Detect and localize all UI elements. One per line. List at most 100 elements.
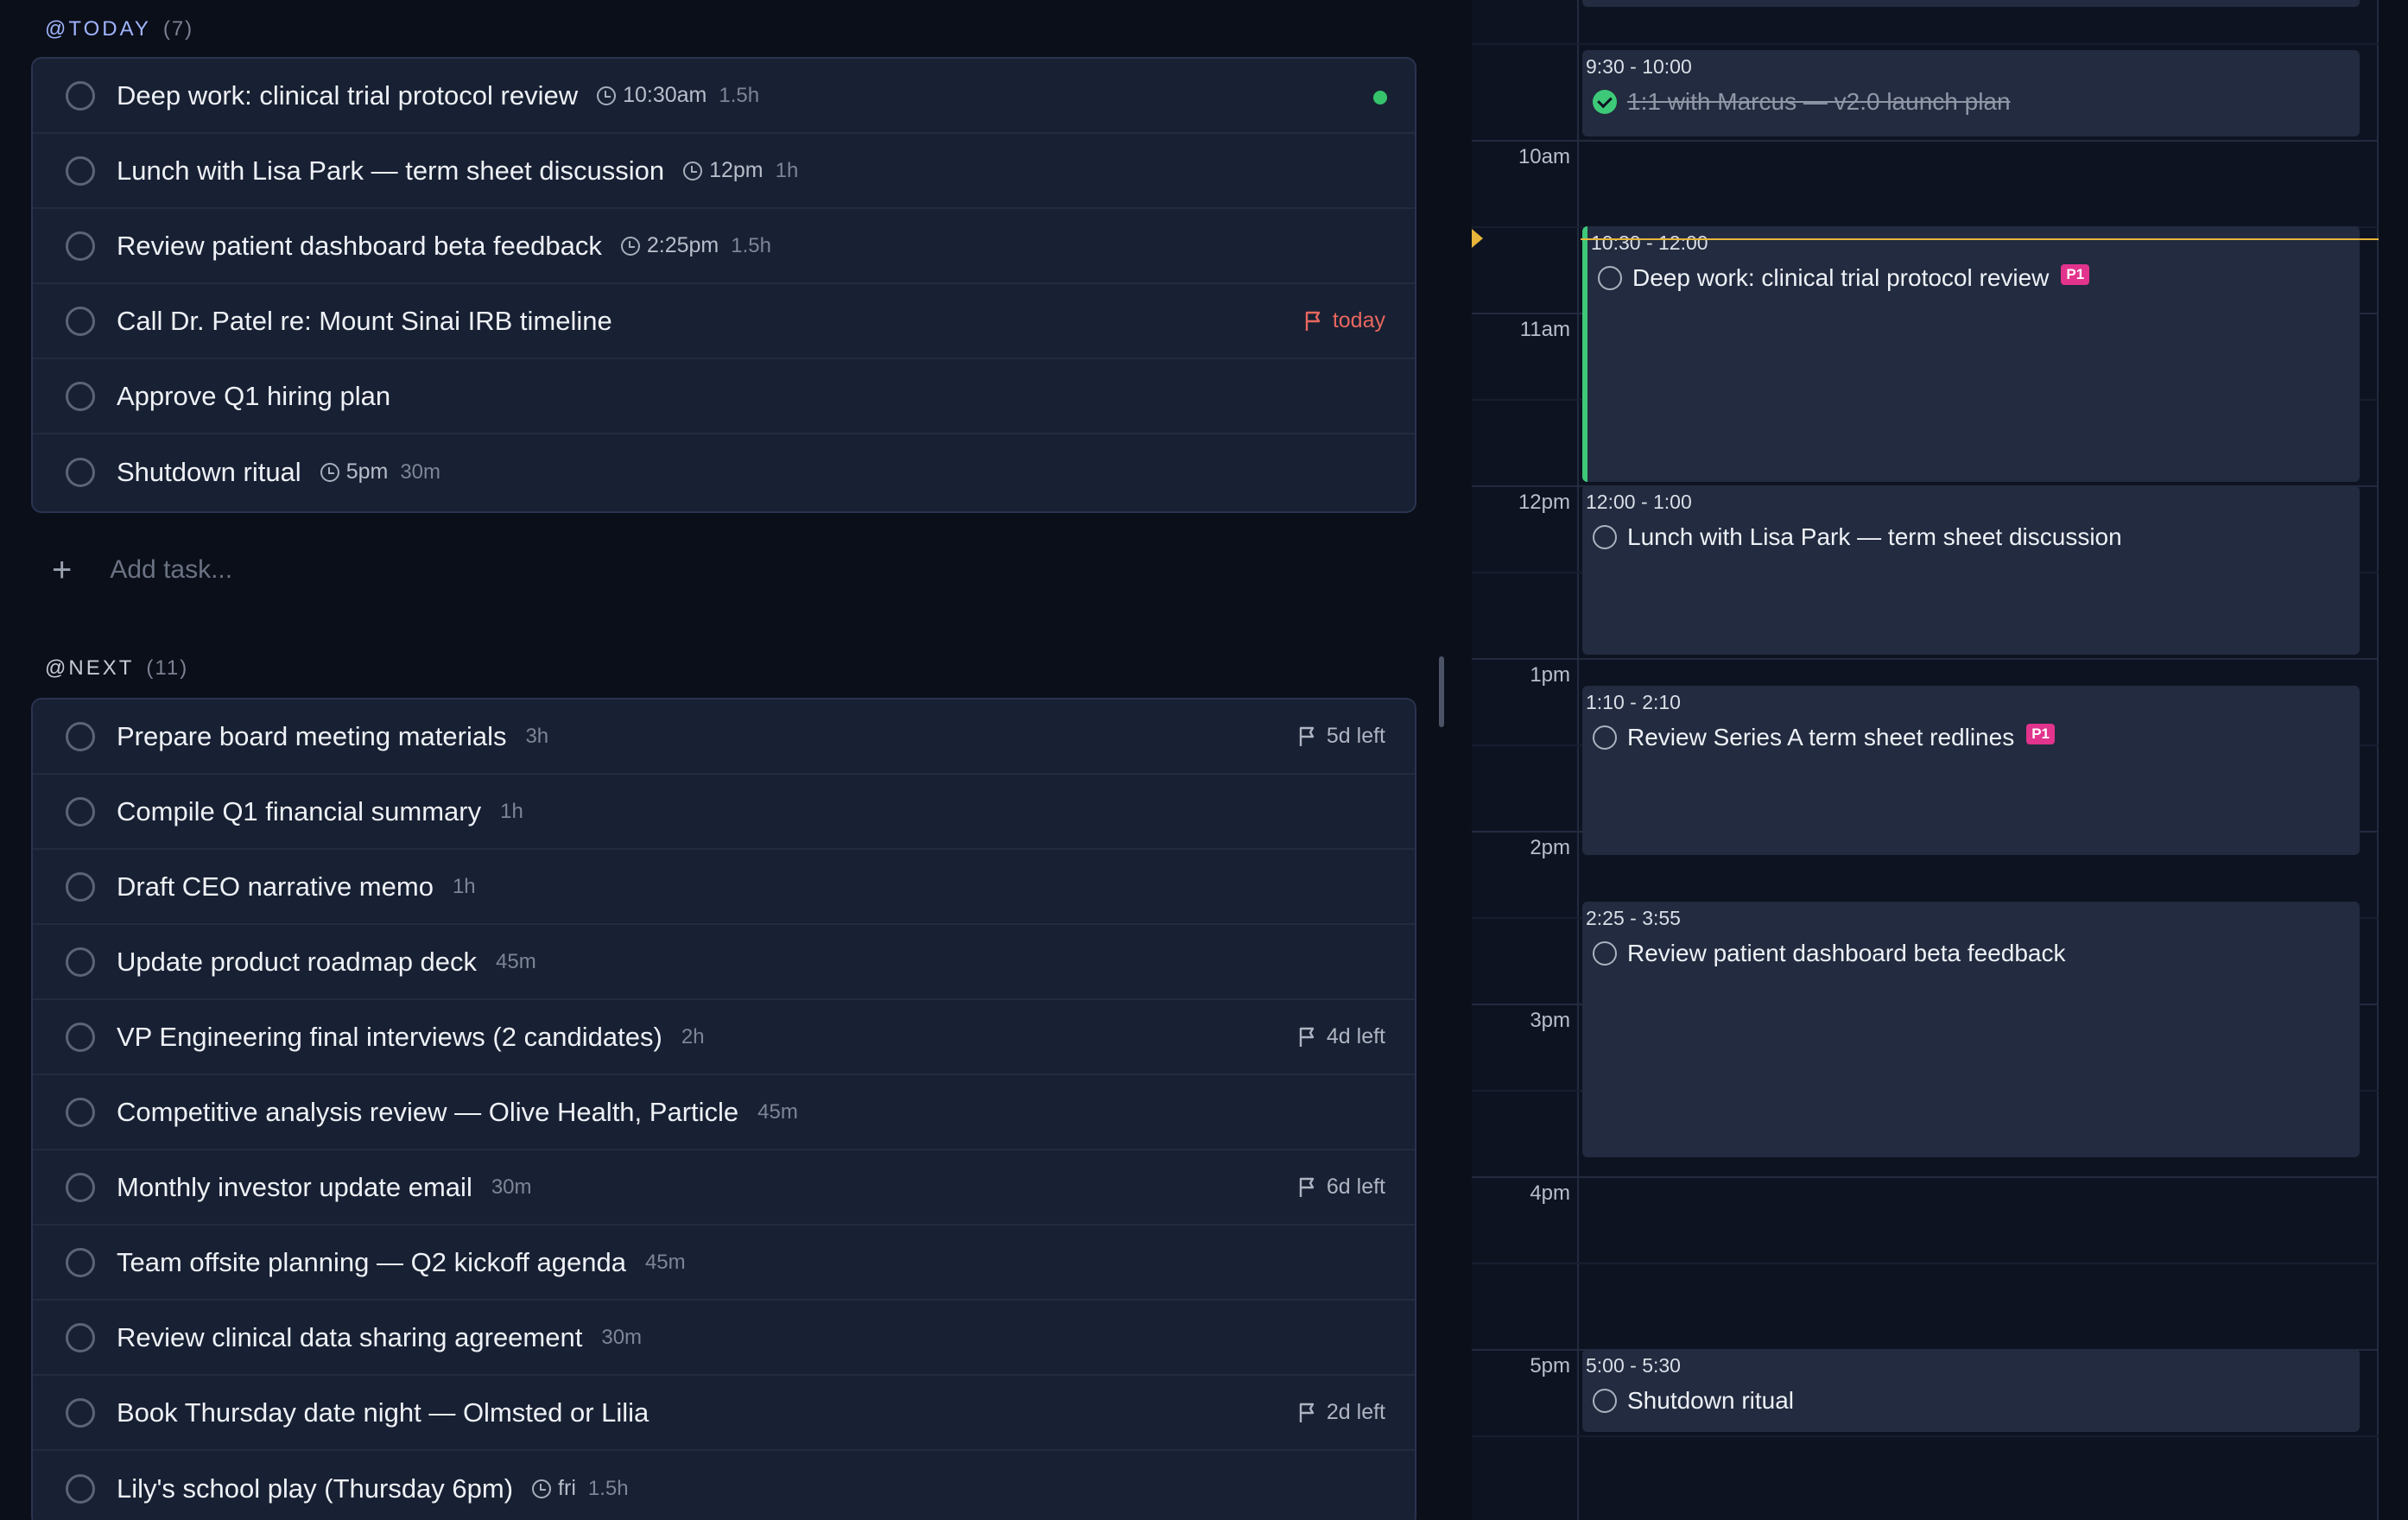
task-meta: 2:25pm 1.5h (620, 233, 771, 258)
task-title[interactable]: Approve Q1 hiring plan (117, 381, 390, 412)
task-title[interactable]: Update product roadmap deck (117, 947, 477, 978)
task-meta: 10:30am 1.5h (597, 83, 759, 108)
task-meta: 2h (681, 1025, 705, 1049)
hour-label: 10am (1518, 145, 1570, 168)
task-checkbox[interactable] (66, 457, 95, 487)
task-title[interactable]: Draft CEO narrative memo (117, 871, 434, 902)
deadline-flag: 2d left (1297, 1376, 1385, 1449)
calendar-border (2377, 0, 2379, 1520)
task-row[interactable]: Update product roadmap deck 45m (33, 925, 1415, 1000)
task-row[interactable]: Draft CEO narrative memo 1h (33, 850, 1415, 925)
task-time: 10:30am (623, 83, 707, 107)
task-meta: 30m (491, 1175, 532, 1200)
task-title[interactable]: Review clinical data sharing agreement (117, 1322, 582, 1353)
task-title[interactable]: Call Dr. Patel re: Mount Sinai IRB timel… (117, 306, 612, 337)
task-title[interactable]: Review patient dashboard beta feedback (117, 231, 602, 262)
task-checkbox[interactable] (66, 306, 95, 336)
calendar-event[interactable]: 2:25 - 3:55 Review patient dashboard bet… (1582, 902, 2360, 1157)
task-row[interactable]: Review patient dashboard beta feedback 2… (33, 209, 1415, 284)
calendar-event[interactable]: 12:00 - 1:00 Lunch with Lisa Park — term… (1582, 485, 2360, 655)
task-title[interactable]: Prepare board meeting materials (117, 721, 506, 752)
event-row: 1:1 with Marcus — v2.0 launch plan (1593, 88, 2011, 116)
half-hour-line (1472, 43, 2379, 45)
current-time-marker-icon (1472, 229, 1483, 248)
task-checkbox[interactable] (66, 80, 95, 111)
task-row[interactable]: Lily's school play (Thursday 6pm) fri 1.… (33, 1451, 1415, 1520)
calendar-event-active[interactable]: 10:30 - 12:00 Deep work: clinical trial … (1582, 226, 2360, 482)
task-title[interactable]: VP Engineering final interviews (2 candi… (117, 1022, 662, 1053)
event-checkbox[interactable] (1593, 941, 1617, 966)
task-duration: 1.5h (587, 1476, 629, 1500)
deadline-text: 5d left (1326, 724, 1385, 748)
task-row[interactable]: Compile Q1 financial summary 1h (33, 775, 1415, 850)
event-checkbox[interactable] (1593, 525, 1617, 549)
task-title[interactable]: Monthly investor update email (117, 1172, 472, 1203)
calendar-event[interactable]: 9:30 - 10:00 1:1 with Marcus — v2.0 laun… (1582, 50, 2360, 136)
task-checkbox[interactable] (66, 381, 95, 411)
task-title[interactable]: Lunch with Lisa Park — term sheet discus… (117, 155, 664, 187)
task-row[interactable]: Monthly investor update email 30m 6d lef… (33, 1150, 1415, 1226)
task-row[interactable]: VP Engineering final interviews (2 candi… (33, 1000, 1415, 1075)
task-title[interactable]: Deep work: clinical trial protocol revie… (117, 80, 578, 111)
task-checkbox[interactable] (66, 1097, 95, 1127)
event-checkbox[interactable] (1593, 725, 1617, 750)
task-checkbox[interactable] (66, 947, 95, 977)
event-checkbox[interactable] (1593, 1389, 1617, 1413)
task-row[interactable]: Lunch with Lisa Park — term sheet discus… (33, 134, 1415, 209)
task-row[interactable]: Team offsite planning — Q2 kickoff agend… (33, 1226, 1415, 1301)
task-row[interactable]: Deep work: clinical trial protocol revie… (33, 59, 1415, 134)
hour-line (1472, 658, 2379, 660)
task-checkbox[interactable] (66, 796, 95, 826)
add-task-button[interactable]: + Add task... (52, 544, 232, 596)
hour-label: 1pm (1530, 663, 1570, 687)
task-title[interactable]: Compile Q1 financial summary (117, 796, 481, 827)
plus-icon: + (52, 551, 73, 589)
completed-check-icon[interactable] (1593, 90, 1617, 114)
task-title[interactable]: Competitive analysis review — Olive Heal… (117, 1097, 738, 1128)
flag-icon (1299, 1177, 1315, 1197)
task-row[interactable]: Prepare board meeting materials 3h 5d le… (33, 700, 1415, 775)
calendar-event[interactable]: 5:00 - 5:30 Shutdown ritual (1582, 1349, 2360, 1432)
event-title: 1:1 with Marcus — v2.0 launch plan (1627, 88, 2011, 115)
task-title[interactable]: Book Thursday date night — Olmsted or Li… (117, 1397, 649, 1428)
task-checkbox[interactable] (66, 231, 95, 261)
task-checkbox[interactable] (66, 1397, 95, 1428)
event-title: Lunch with Lisa Park — term sheet discus… (1627, 523, 2122, 550)
active-status-dot (1373, 91, 1387, 104)
task-checkbox[interactable] (66, 1022, 95, 1052)
task-checkbox[interactable] (66, 1473, 95, 1504)
next-task-list: Prepare board meeting materials 3h 5d le… (31, 698, 1416, 1520)
event-checkbox[interactable] (1598, 266, 1622, 290)
task-row[interactable]: Book Thursday date night — Olmsted or Li… (33, 1376, 1415, 1451)
task-checkbox[interactable] (66, 1172, 95, 1202)
task-row[interactable]: Approve Q1 hiring plan (33, 359, 1415, 434)
calendar-event-partial[interactable] (1582, 0, 2360, 7)
deadline-flag: today (1303, 284, 1385, 358)
flag-icon (1299, 726, 1315, 746)
event-title: Shutdown ritual (1627, 1387, 1795, 1414)
today-section-header: @TODAY (7) (45, 17, 193, 41)
current-time-line (1581, 238, 2379, 240)
task-title[interactable]: Team offsite planning — Q2 kickoff agend… (117, 1247, 626, 1278)
task-checkbox[interactable] (66, 1247, 95, 1277)
task-row[interactable]: Review clinical data sharing agreement 3… (33, 1301, 1415, 1376)
task-row[interactable]: Competitive analysis review — Olive Heal… (33, 1075, 1415, 1150)
task-title[interactable]: Lily's school play (Thursday 6pm) (117, 1473, 513, 1504)
deadline-text: today (1332, 308, 1385, 332)
task-checkbox[interactable] (66, 155, 95, 186)
task-row[interactable]: Shutdown ritual 5pm 30m (33, 434, 1415, 510)
priority-badge: P1 (2061, 264, 2090, 285)
clock-icon (320, 462, 339, 482)
task-checkbox[interactable] (66, 871, 95, 902)
task-checkbox[interactable] (66, 1322, 95, 1352)
deadline-text: 2d left (1326, 1400, 1385, 1424)
panel-resize-handle[interactable] (1439, 656, 1444, 727)
calendar-event[interactable]: 1:10 - 2:10 Review Series A term sheet r… (1582, 686, 2360, 855)
priority-badge: P1 (2026, 724, 2056, 744)
event-title: Review Series A term sheet redlines (1627, 724, 2015, 750)
hour-label: 12pm (1518, 491, 1570, 514)
task-checkbox[interactable] (66, 721, 95, 751)
task-title[interactable]: Shutdown ritual (117, 457, 301, 488)
add-task-placeholder[interactable]: Add task... (110, 555, 232, 585)
task-row[interactable]: Call Dr. Patel re: Mount Sinai IRB timel… (33, 284, 1415, 359)
